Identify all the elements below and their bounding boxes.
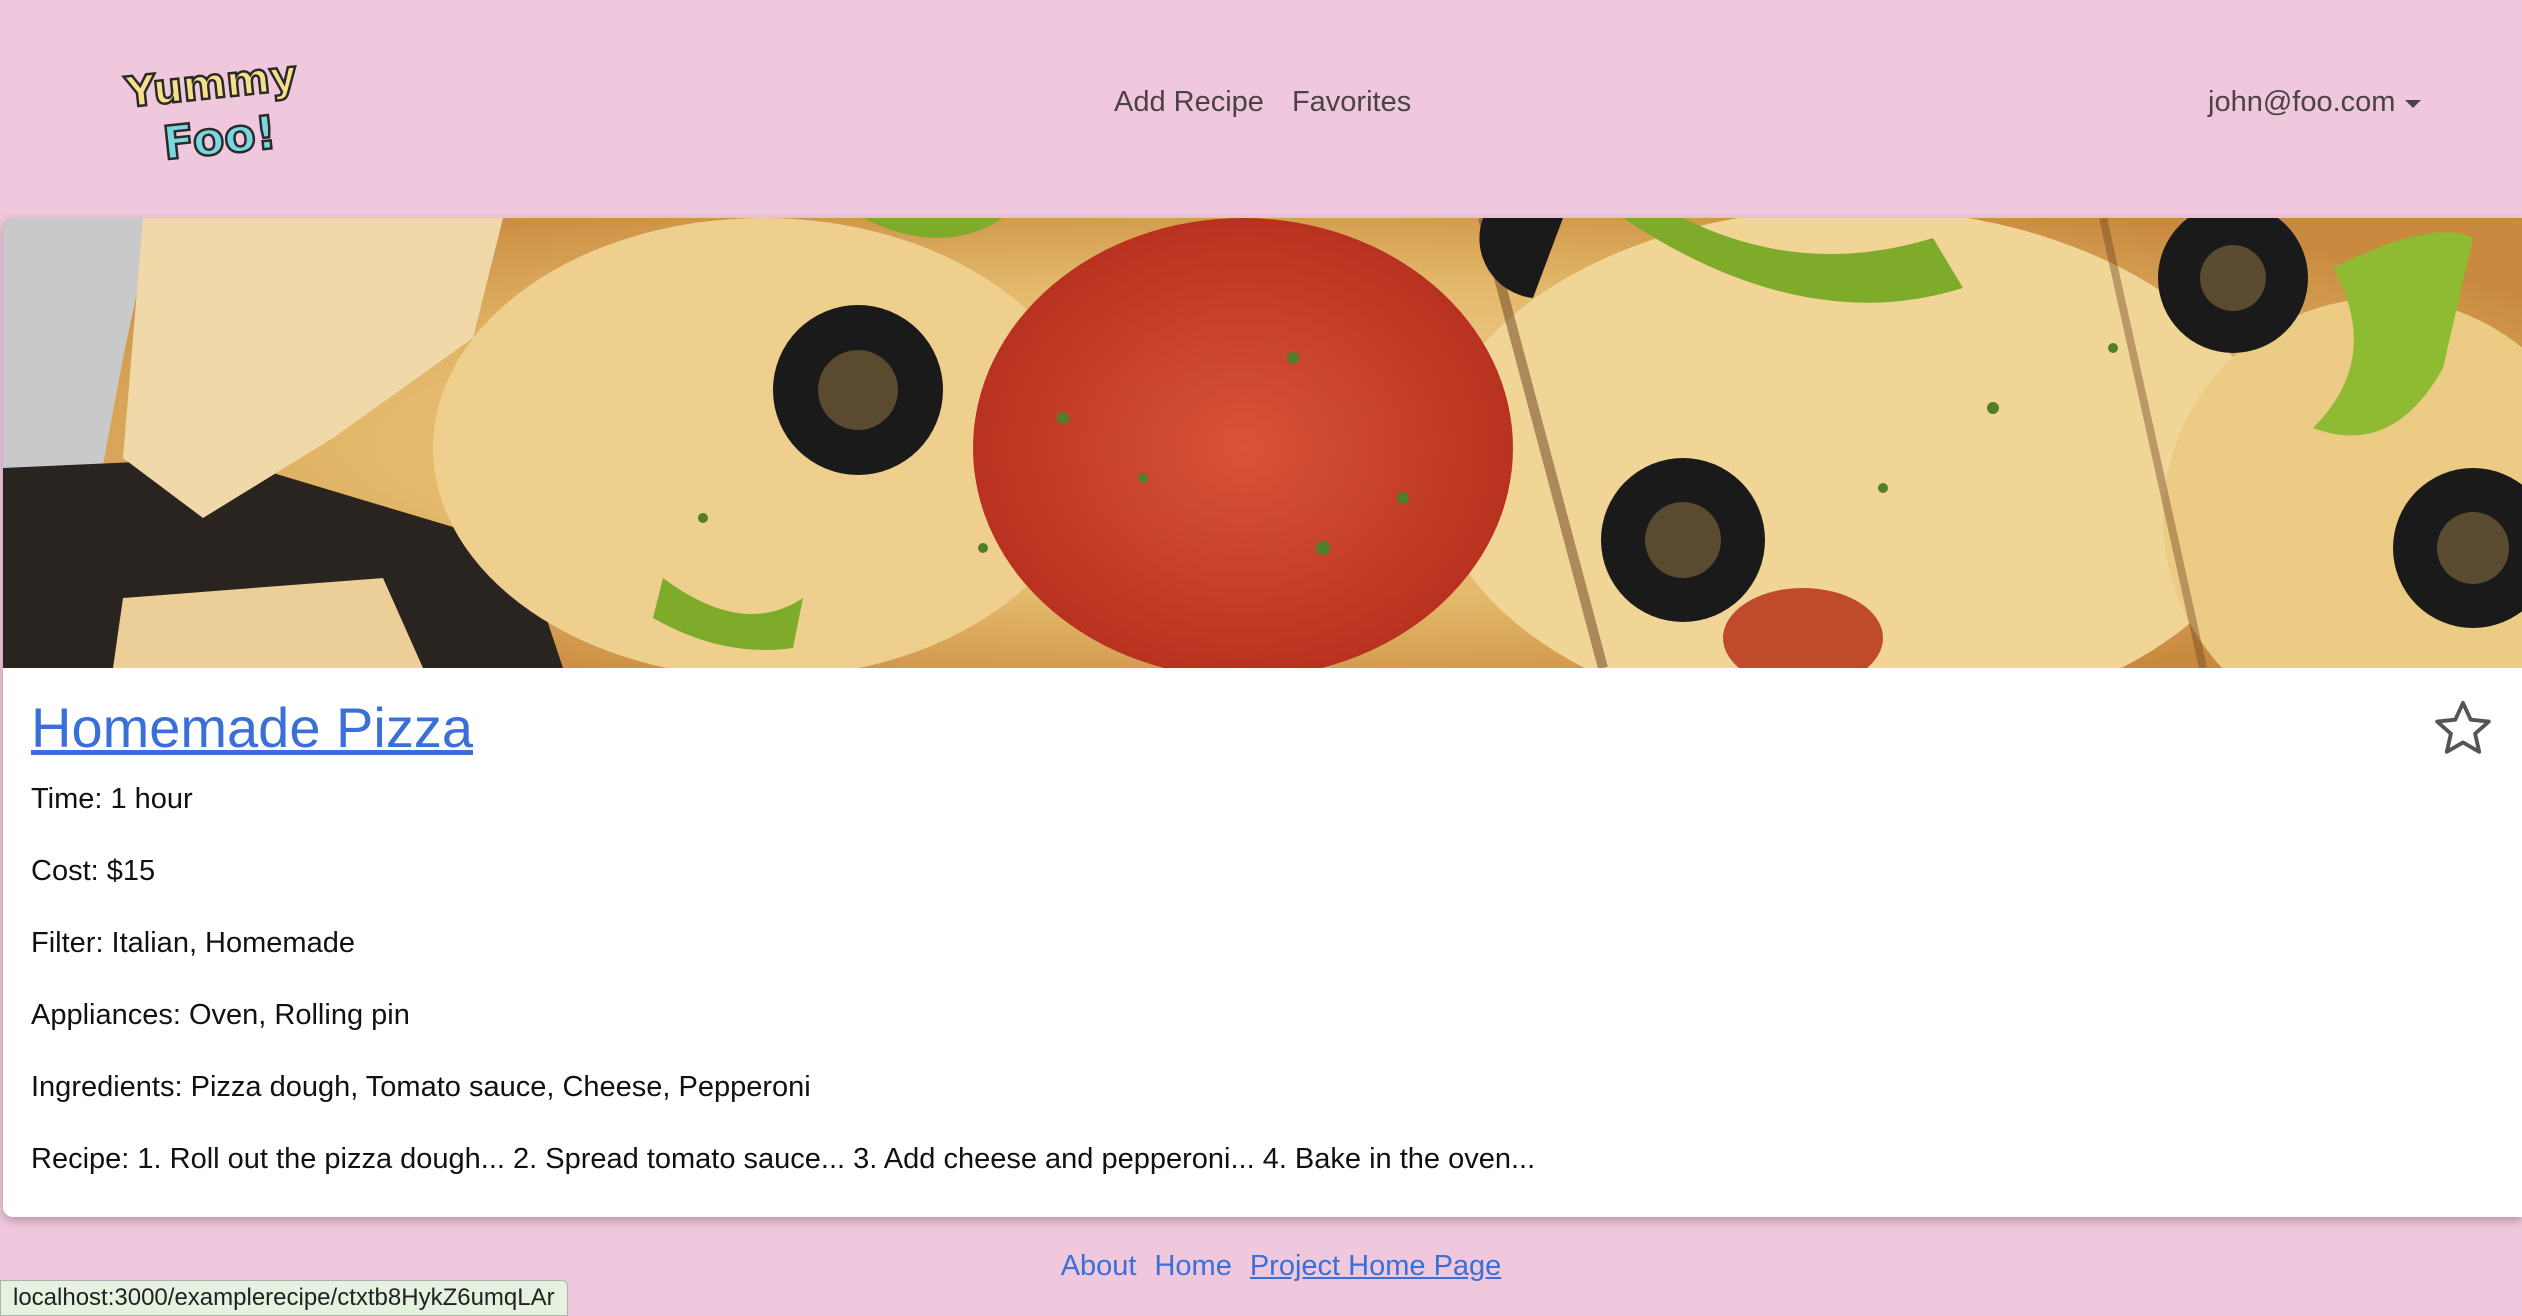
recipe-time: Time: 1 hour [31,783,193,815]
navbar: Yummy Foo! Add Recipe Favorites john@foo… [0,0,2522,218]
recipe-card: Homemade Pizza Time: 1 hour Cost: $15 Fi… [3,218,2522,1217]
user-menu-dropdown[interactable]: john@foo.com [2208,86,2422,119]
recipe-cost: Cost: $15 [31,855,156,887]
footer-project-home-link[interactable]: Project Home Page [1250,1250,1501,1283]
recipe-details: Homemade Pizza Time: 1 hour Cost: $15 Fi… [31,696,2522,1214]
favorite-star-icon[interactable] [2430,696,2496,762]
logo-text-bottom: Foo! [160,105,279,171]
recipe-appliances: Appliances: Oven, Rolling pin [31,999,410,1031]
yummy-foo-logo[interactable]: Yummy Foo! [120,36,310,186]
nav-links: Add Recipe Favorites [1114,86,1411,119]
recipe-instructions: Recipe: 1. Roll out the pizza dough... 2… [31,1143,1536,1175]
user-email: john@foo.com [2208,86,2396,118]
nav-favorites[interactable]: Favorites [1292,86,1411,119]
recipe-filter: Filter: Italian, Homemade [31,927,355,959]
browser-status-bar: localhost:3000/examplerecipe/ctxtb8HykZ6… [0,1280,568,1316]
footer: About Home Project Home Page [0,1250,2522,1283]
caret-down-icon [2405,99,2422,108]
nav-add-recipe[interactable]: Add Recipe [1114,86,1264,119]
footer-about-link[interactable]: About [1061,1250,1137,1283]
recipe-image [3,218,2522,668]
recipe-ingredients: Ingredients: Pizza dough, Tomato sauce, … [31,1071,811,1103]
recipe-title-link[interactable]: Homemade Pizza [31,696,2522,760]
footer-home-link[interactable]: Home [1154,1250,1231,1283]
